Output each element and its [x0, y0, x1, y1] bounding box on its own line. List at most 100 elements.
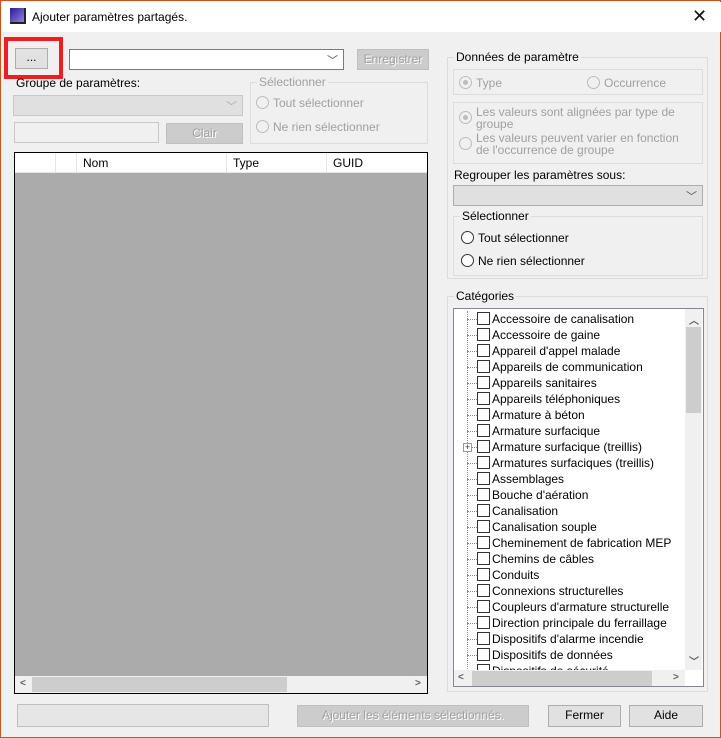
category-item[interactable]: Cheminement de fabrication MEP [454, 535, 674, 551]
category-item[interactable]: Appareils de communication [454, 359, 674, 375]
category-checkbox[interactable] [477, 600, 490, 613]
column-header-type[interactable]: Type [233, 156, 259, 170]
category-item[interactable]: Connexions structurelles [454, 583, 674, 599]
app-icon [10, 8, 26, 24]
category-item[interactable]: Armature à béton [454, 407, 674, 423]
category-checkbox[interactable] [477, 536, 490, 549]
category-item[interactable]: Canalisation souple [454, 519, 674, 535]
category-item[interactable]: Dispositifs de données [454, 647, 674, 663]
scroll-up-icon[interactable]: ︿ [689, 312, 699, 327]
scroll-right-icon[interactable]: > [673, 672, 679, 683]
select-none-label: Ne rien sélectionner [478, 254, 585, 268]
chevron-down-icon: ﹀ [686, 191, 697, 203]
category-label: Coupleurs d'armature structurelle [492, 600, 670, 614]
type-radio[interactable] [459, 76, 472, 89]
category-checkbox[interactable] [477, 328, 490, 341]
category-label: Canalisation [492, 504, 559, 518]
category-item[interactable]: Armatures surfaciques (treillis) [454, 455, 674, 471]
category-item[interactable]: Appareils téléphoniques [454, 391, 674, 407]
category-checkbox[interactable] [477, 472, 490, 485]
category-checkbox[interactable] [477, 440, 490, 453]
category-checkbox[interactable] [477, 568, 490, 581]
scrollbar-thumb[interactable] [32, 677, 287, 692]
left-select-all-radio[interactable] [256, 96, 269, 109]
category-checkbox[interactable] [477, 312, 490, 325]
categories-tree[interactable]: Accessoire de canalisation Accessoire de … [453, 308, 704, 687]
category-label: Accessoire de canalisation [492, 312, 635, 326]
category-checkbox[interactable] [477, 648, 490, 661]
category-checkbox[interactable] [477, 424, 490, 437]
scrollbar-thumb[interactable] [472, 671, 652, 686]
category-checkbox[interactable] [477, 552, 490, 565]
browse-button[interactable]: ... [15, 48, 48, 69]
add-selected-button[interactable]: Ajouter les éléments sélectionnés. [297, 705, 529, 727]
save-button[interactable]: Enregistrer [357, 49, 429, 70]
close-icon[interactable]: ✕ [692, 6, 707, 26]
category-label: Conduits [492, 568, 540, 582]
clear-button[interactable]: Clair [166, 123, 243, 144]
left-select-none-radio[interactable] [256, 120, 269, 133]
column-header-guid[interactable]: GUID [333, 156, 363, 170]
vary-values-radio[interactable] [459, 137, 472, 150]
category-checkbox[interactable] [477, 488, 490, 501]
category-checkbox[interactable] [477, 408, 490, 421]
scroll-left-icon[interactable]: < [458, 672, 464, 683]
category-label: Armatures surfaciques (treillis) [492, 456, 655, 470]
parameter-group-combo[interactable]: ﹀ [13, 95, 243, 116]
table-hscrollbar[interactable]: < > [15, 676, 427, 693]
category-checkbox[interactable] [477, 632, 490, 645]
category-checkbox[interactable] [477, 392, 490, 405]
shared-file-combo[interactable]: ﹀ [69, 49, 344, 70]
select-none-radio[interactable] [461, 254, 474, 267]
category-item[interactable]: Accessoire de gaine [454, 327, 674, 343]
select-all-radio[interactable] [461, 231, 474, 244]
category-label: Armature surfacique (treillis) [492, 440, 643, 454]
category-checkbox[interactable] [477, 376, 490, 389]
scroll-down-icon[interactable]: ﹀ [689, 653, 699, 668]
category-item[interactable]: Appareil d'appel malade [454, 343, 674, 359]
type-label: Type [476, 76, 503, 90]
category-item[interactable]: Dispositifs d'alarme incendie [454, 631, 674, 647]
category-item[interactable]: + Armature surfacique (treillis) [454, 439, 674, 455]
category-item[interactable]: Direction principale du ferraillage [454, 615, 674, 631]
category-checkbox[interactable] [477, 616, 490, 629]
left-select-none-label: Ne rien sélectionner [273, 120, 380, 134]
scroll-left-icon[interactable]: < [20, 678, 26, 689]
regroup-combo[interactable]: ﹀ [453, 185, 703, 206]
category-checkbox[interactable] [477, 584, 490, 597]
category-item[interactable]: Armature surfacique [454, 423, 674, 439]
chevron-down-icon: ﹀ [226, 101, 237, 113]
categories-title: Catégories [454, 289, 517, 303]
category-checkbox[interactable] [477, 520, 490, 533]
tree-hscrollbar[interactable]: < > [454, 670, 685, 686]
aligned-values-radio[interactable] [459, 111, 472, 124]
category-label: Direction principale du ferraillage [492, 616, 667, 630]
scrollbar-thumb[interactable] [686, 327, 701, 413]
category-item[interactable]: Accessoire de canalisation [454, 311, 674, 327]
help-button[interactable]: Aide [629, 705, 703, 727]
category-item[interactable]: Canalisation [454, 503, 674, 519]
category-item[interactable]: Bouche d'aération [454, 487, 674, 503]
column-header-nom[interactable]: Nom [83, 156, 108, 170]
category-checkbox[interactable] [477, 456, 490, 469]
category-item[interactable]: Conduits [454, 567, 674, 583]
occurrence-radio[interactable] [587, 76, 600, 89]
category-checkbox[interactable] [477, 344, 490, 357]
filter-input[interactable] [14, 122, 159, 143]
left-select-title: Sélectionner [257, 75, 328, 89]
category-item[interactable]: Coupleurs d'armature structurelle [454, 599, 674, 615]
category-label: Dispositifs d'alarme incendie [492, 632, 644, 646]
category-checkbox[interactable] [477, 360, 490, 373]
category-item[interactable]: Appareils sanitaires [454, 375, 674, 391]
category-item[interactable]: Chemins de câbles [454, 551, 674, 567]
tree-vscrollbar[interactable]: ︿ ﹀ [685, 309, 702, 670]
parameter-data-title: Données de paramètre [454, 50, 581, 64]
scroll-right-icon[interactable]: > [415, 678, 421, 689]
category-label: Appareil d'appel malade [492, 344, 621, 358]
parameters-table[interactable]: Nom Type GUID < > [14, 152, 428, 694]
category-label: Assemblages [492, 472, 565, 486]
expand-icon[interactable]: + [463, 443, 472, 452]
close-button[interactable]: Fermer [548, 705, 621, 727]
category-checkbox[interactable] [477, 504, 490, 517]
category-item[interactable]: Assemblages [454, 471, 674, 487]
